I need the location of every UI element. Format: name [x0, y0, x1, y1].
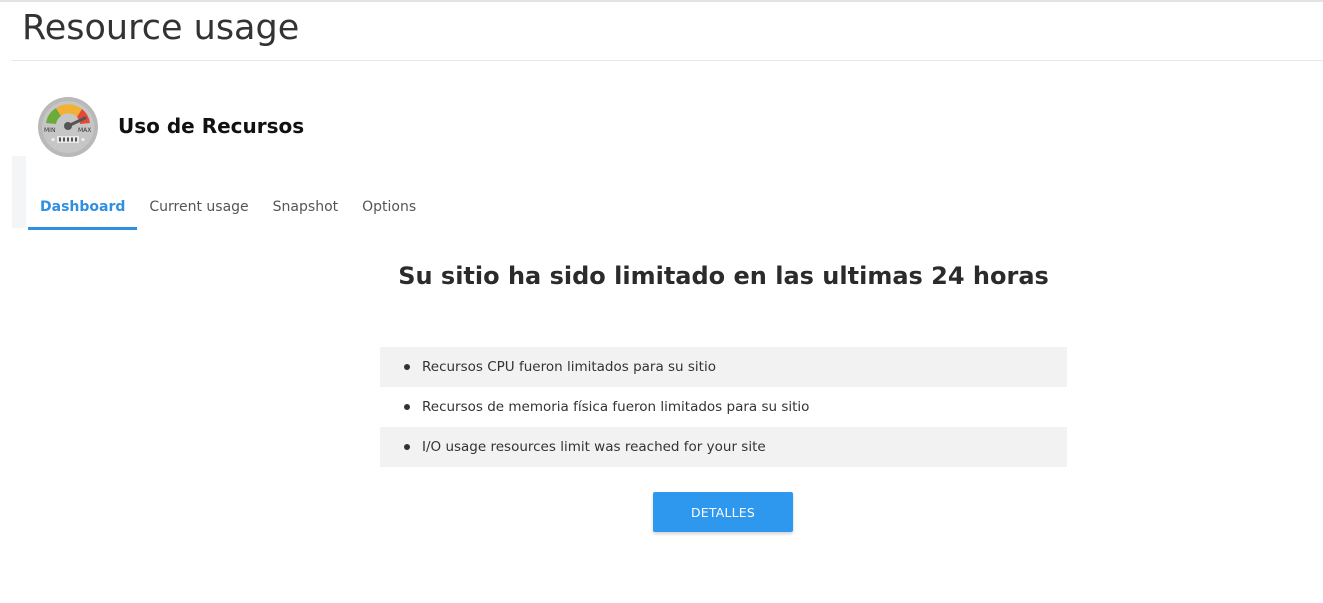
plugin-name: Uso de Recursos	[118, 114, 305, 138]
tab-snapshot[interactable]: Snapshot	[261, 186, 350, 230]
limit-text: Recursos de memoria física fueron limita…	[422, 399, 810, 415]
side-strip	[12, 156, 26, 228]
limit-text: Recursos CPU fueron limitados para su si…	[422, 359, 716, 375]
details-button[interactable]: DETALLES	[653, 492, 793, 532]
page-title: Resource usage	[22, 8, 300, 48]
limits-list: Recursos CPU fueron limitados para su si…	[380, 347, 1067, 467]
list-item: I/O usage resources limit was reached fo…	[380, 427, 1067, 467]
bullet-icon	[404, 444, 410, 450]
tab-bar: Dashboard Current usage Snapshot Options	[28, 186, 428, 230]
tab-dashboard[interactable]: Dashboard	[28, 186, 138, 230]
top-border	[0, 0, 1323, 2]
list-item: Recursos de memoria física fueron limita…	[380, 387, 1067, 427]
tab-options[interactable]: Options	[350, 186, 428, 230]
bullet-icon	[404, 364, 410, 370]
limit-text: I/O usage resources limit was reached fo…	[422, 439, 766, 455]
svg-text:MAX: MAX	[78, 127, 91, 134]
list-item: Recursos CPU fueron limitados para su si…	[380, 347, 1067, 387]
speedometer-gauge-icon: MIN MAX	[37, 96, 99, 158]
bullet-icon	[404, 404, 410, 410]
title-divider	[12, 60, 1323, 61]
limit-headline: Su sitio ha sido limitado en las ultimas…	[398, 262, 1049, 290]
tab-current-usage[interactable]: Current usage	[137, 186, 260, 230]
svg-text:MIN: MIN	[44, 127, 55, 134]
